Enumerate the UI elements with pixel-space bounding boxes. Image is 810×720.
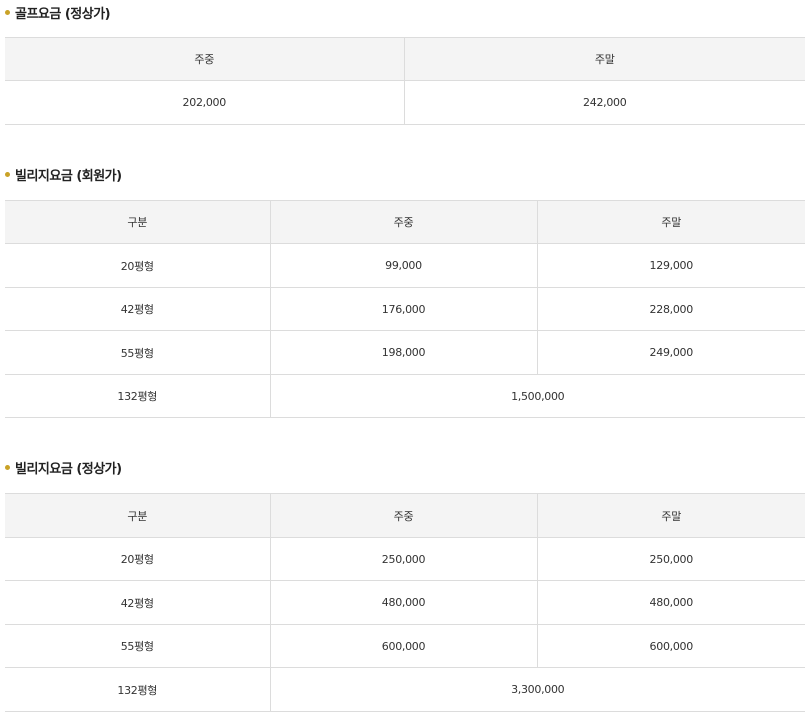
cell-weekday-price: 176,000 xyxy=(269,287,537,331)
cell-category: 55평형 xyxy=(5,330,270,375)
header-category: 구분 xyxy=(5,200,270,244)
cell-category: 20평형 xyxy=(5,243,270,288)
header-category: 구분 xyxy=(5,493,270,538)
cell-category: 55평형 xyxy=(5,624,270,668)
bullet-icon xyxy=(5,171,10,177)
table-header-row: 주중 주말 xyxy=(5,37,805,81)
table-row: 202,000 242,000 xyxy=(5,80,805,125)
golf-regular-table: 주중 주말 202,000 242,000 xyxy=(5,37,805,125)
cell-category: 42평형 xyxy=(5,287,270,331)
villa-member-title: 빌리지요금 (회원가) xyxy=(5,164,122,184)
header-weekend: 주말 xyxy=(536,200,805,244)
bullet-icon xyxy=(5,9,10,15)
villa-member-table: 구분 주중 주말 20평형 99,000 129,000 42평형 176,00… xyxy=(5,200,805,418)
villa-member-title-text: 빌리지요금 (회원가) xyxy=(15,168,122,184)
table-row: 42평형 176,000 228,000 xyxy=(5,287,805,331)
table-row: 55평형 198,000 249,000 xyxy=(5,330,805,375)
cell-weekday-price: 480,000 xyxy=(269,580,537,625)
cell-weekday-price: 202,000 xyxy=(5,80,404,125)
golf-regular-title-text: 골프요금 (정상가) xyxy=(15,6,111,22)
cell-weekend-price: 228,000 xyxy=(536,287,805,331)
cell-merged-price: 1,500,000 xyxy=(269,374,805,418)
golf-regular-title: 골프요금 (정상가) xyxy=(5,2,111,22)
table-row: 55평형 600,000 600,000 xyxy=(5,624,805,668)
villa-regular-table: 구분 주중 주말 20평형 250,000 250,000 42평형 480,0… xyxy=(5,493,805,712)
cell-merged-price: 3,300,000 xyxy=(269,667,805,712)
cell-weekend-price: 129,000 xyxy=(536,243,805,288)
cell-weekend-price: 242,000 xyxy=(403,80,805,125)
header-weekend: 주말 xyxy=(403,37,805,81)
cell-weekday-price: 600,000 xyxy=(269,624,537,668)
cell-weekday-price: 250,000 xyxy=(269,537,537,581)
table-row: 42평형 480,000 480,000 xyxy=(5,580,805,625)
header-weekday: 주중 xyxy=(269,493,537,538)
table-header-row: 구분 주중 주말 xyxy=(5,493,805,538)
cell-category: 42평형 xyxy=(5,580,270,625)
villa-regular-title: 빌리지요금 (정상가) xyxy=(5,457,122,477)
cell-weekend-price: 480,000 xyxy=(536,580,805,625)
table-row-merged: 132평형 1,500,000 xyxy=(5,374,805,418)
cell-category: 132평형 xyxy=(5,374,270,418)
table-row-merged: 132평형 3,300,000 xyxy=(5,667,805,712)
cell-weekday-price: 99,000 xyxy=(269,243,537,288)
header-weekday: 주중 xyxy=(269,200,537,244)
cell-weekend-price: 249,000 xyxy=(536,330,805,375)
header-weekday: 주중 xyxy=(5,37,404,81)
cell-weekend-price: 600,000 xyxy=(536,624,805,668)
cell-weekend-price: 250,000 xyxy=(536,537,805,581)
table-row: 20평형 250,000 250,000 xyxy=(5,537,805,581)
bullet-icon xyxy=(5,464,10,470)
table-row: 20평형 99,000 129,000 xyxy=(5,243,805,288)
table-header-row: 구분 주중 주말 xyxy=(5,200,805,244)
cell-weekday-price: 198,000 xyxy=(269,330,537,375)
cell-category: 132평형 xyxy=(5,667,270,712)
cell-category: 20평형 xyxy=(5,537,270,581)
header-weekend: 주말 xyxy=(536,493,805,538)
villa-regular-title-text: 빌리지요금 (정상가) xyxy=(15,461,122,477)
